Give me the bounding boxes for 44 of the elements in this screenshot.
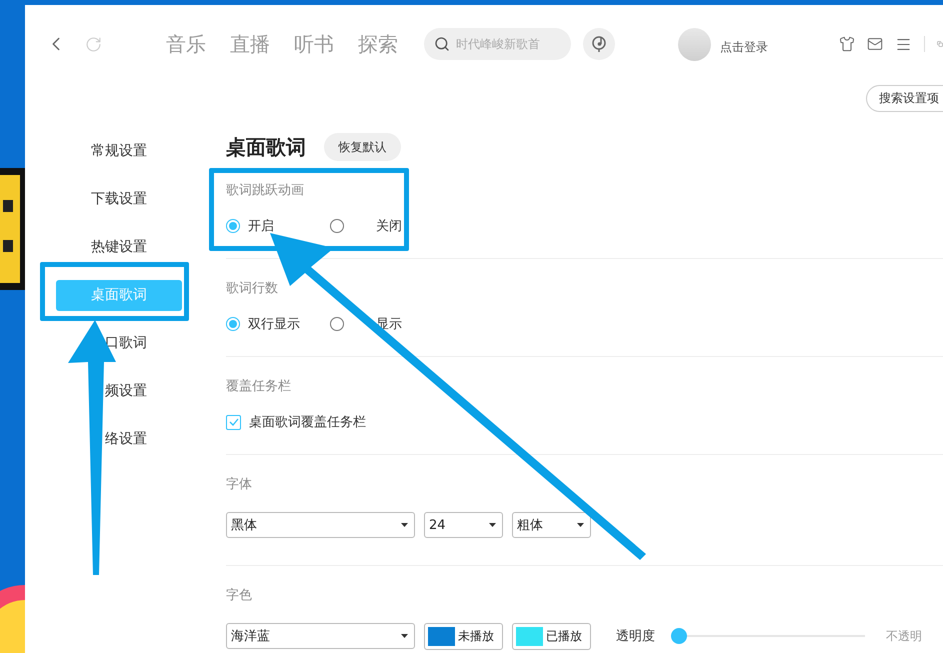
caret-icon bbox=[401, 523, 408, 527]
caret-icon bbox=[489, 523, 496, 527]
caret-icon bbox=[401, 634, 408, 638]
check-icon bbox=[228, 418, 238, 426]
sidebar-item[interactable]: 频设置 bbox=[56, 376, 182, 406]
dropdown[interactable]: 黑体 bbox=[226, 512, 415, 538]
radio-label: 双行显示 bbox=[248, 316, 300, 333]
slider-label: 透明度 bbox=[616, 628, 655, 645]
sidebar-item[interactable]: 下载设置 bbox=[56, 184, 182, 214]
dropdown[interactable]: 24 bbox=[424, 512, 503, 538]
dropdown[interactable]: 海洋蓝 bbox=[226, 623, 415, 649]
avatar-icon[interactable] bbox=[678, 28, 711, 60]
radio-label: 关闭 bbox=[376, 218, 402, 235]
microphone-icon[interactable] bbox=[583, 28, 615, 60]
search-icon bbox=[434, 36, 450, 52]
radio-button[interactable] bbox=[226, 317, 240, 331]
sidebar-item[interactable]: 络设置 bbox=[56, 424, 182, 454]
login-link[interactable]: 点击登录 bbox=[720, 38, 768, 56]
search-bar[interactable]: 时代峰峻新歌首 bbox=[424, 28, 571, 60]
section-label: 歌词跳跃动画 bbox=[226, 182, 305, 200]
radio-button[interactable] bbox=[226, 219, 240, 233]
sidebar-item[interactable]: 热键设置 bbox=[56, 232, 182, 262]
search-input[interactable]: 时代峰峻新歌首 bbox=[454, 36, 568, 52]
section-label: 字体 bbox=[226, 476, 253, 494]
checkbox[interactable] bbox=[226, 414, 241, 430]
shirt-icon[interactable] bbox=[839, 36, 855, 52]
caret-icon bbox=[577, 523, 584, 527]
section-label: 字色 bbox=[226, 587, 253, 605]
color-button[interactable]: 已播放 bbox=[512, 622, 591, 650]
slider-thumb[interactable] bbox=[671, 628, 687, 644]
color-button[interactable]: 未播放 bbox=[424, 622, 503, 650]
refresh-icon[interactable] bbox=[85, 36, 102, 52]
sidebar-item[interactable]: 常规设置 bbox=[56, 136, 182, 166]
checkbox-label: 桌面歌词覆盖任务栏 bbox=[249, 414, 366, 431]
radio-button[interactable] bbox=[330, 317, 344, 331]
page-title: 桌面歌词 bbox=[226, 134, 306, 160]
section-label: 歌词行数 bbox=[226, 280, 279, 298]
slider-end-label: 不透明 bbox=[886, 628, 922, 644]
radio-label: 开启 bbox=[248, 218, 274, 235]
mail-icon[interactable] bbox=[867, 36, 883, 52]
search-settings-button[interactable]: 搜索设置项 bbox=[866, 85, 943, 112]
reset-button[interactable]: 恢复默认 bbox=[324, 133, 401, 161]
radio-button[interactable] bbox=[330, 219, 344, 233]
section-label: 覆盖任务栏 bbox=[226, 378, 292, 396]
